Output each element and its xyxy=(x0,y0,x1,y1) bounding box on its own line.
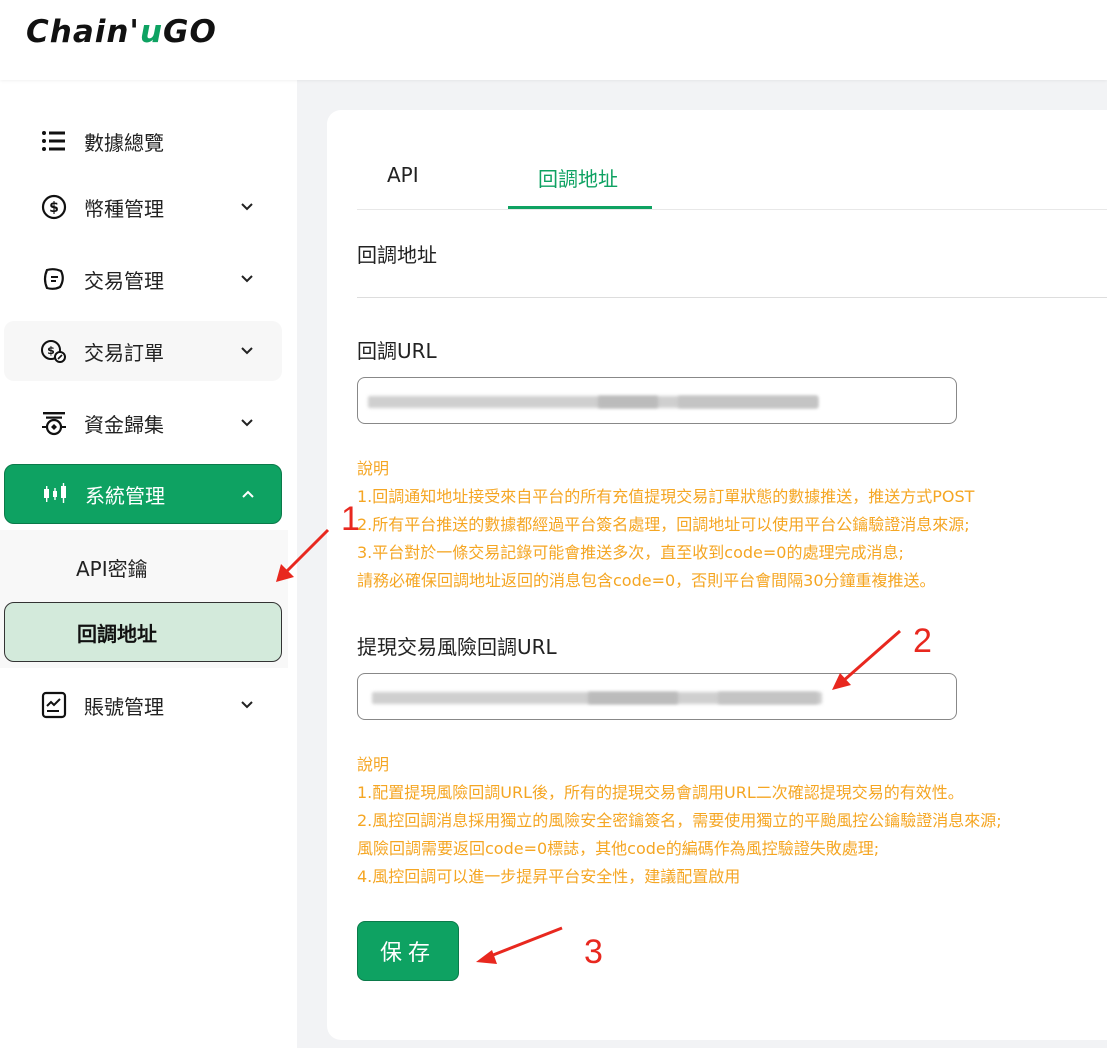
sidebar-item-label: 資金歸集 xyxy=(84,412,164,437)
tab-callback-address[interactable]: 回調地址 xyxy=(538,163,618,192)
callback-note: 說明 1.回調通知地址接受來自平台的所有充值提現交易訂單狀態的數據推送，推送方式… xyxy=(357,459,975,590)
sidebar-item-trade-orders[interactable]: $ 交易訂單 xyxy=(4,321,282,381)
sidebar-item-label: 幣種管理 xyxy=(84,196,164,221)
chevron-down-icon xyxy=(241,347,253,355)
sidebar-item-system-manage[interactable]: 系統管理 xyxy=(4,464,282,524)
dollar-circle-icon: $ xyxy=(40,193,68,221)
candlestick-icon xyxy=(41,480,69,508)
section-title: 回調地址 xyxy=(357,243,437,267)
save-button[interactable]: 保存 xyxy=(357,921,459,981)
svg-text:$: $ xyxy=(49,200,59,216)
risk-url-label: 提現交易風險回調URL xyxy=(357,635,557,659)
sidebar-item-label: 交易訂單 xyxy=(84,340,164,365)
sidebar-subitem-label: 回調地址 xyxy=(77,621,157,646)
chevron-down-icon xyxy=(241,203,253,211)
chevron-down-icon xyxy=(241,701,253,709)
top-bar: Chain'uGO xyxy=(0,0,1107,80)
account-icon xyxy=(40,691,68,719)
sidebar-subitem-api-key[interactable]: API密鑰 xyxy=(4,537,282,597)
sidebar-item-account-manage[interactable]: 賬號管理 xyxy=(4,675,282,735)
chevron-down-icon xyxy=(241,419,253,427)
sidebar-item-dashboard[interactable]: 數據總覽 xyxy=(4,111,282,171)
sidebar-item-trade-manage[interactable]: 交易管理 xyxy=(4,249,282,309)
risk-note: 說明 1.配置提現風險回調URL後，所有的提現交易會調用URL二次確認提現交易的… xyxy=(357,755,1002,886)
list-icon xyxy=(40,127,68,155)
callback-url-label: 回調URL xyxy=(357,339,437,363)
section-divider xyxy=(357,297,1107,298)
annotation-number-1: 1 xyxy=(341,500,360,538)
sidebar-item-label: 賬號管理 xyxy=(84,694,164,719)
brand-logo[interactable]: Chain'uGO xyxy=(26,14,217,50)
coins-icon: $ xyxy=(40,337,68,365)
tab-api[interactable]: API xyxy=(387,163,419,187)
active-tab-indicator xyxy=(508,206,652,209)
fund-collect-icon xyxy=(40,409,68,437)
exchange-icon xyxy=(40,265,68,293)
risk-url-input[interactable] xyxy=(357,673,957,720)
sidebar-item-label: 數據總覽 xyxy=(84,130,164,155)
sidebar-item-label: 系統管理 xyxy=(85,483,165,508)
sidebar-item-currency[interactable]: $ 幣種管理 xyxy=(4,177,282,237)
chevron-up-icon xyxy=(242,490,254,498)
sidebar-subitem-label: API密鑰 xyxy=(76,556,148,581)
sidebar-item-label: 交易管理 xyxy=(84,268,164,293)
chevron-down-icon xyxy=(241,275,253,283)
annotation-number-3: 3 xyxy=(584,933,603,971)
sidebar-item-fund-collect[interactable]: 資金歸集 xyxy=(4,393,282,453)
svg-text:$: $ xyxy=(47,344,55,357)
callback-url-input[interactable] xyxy=(357,377,957,424)
sidebar-subitem-callback-address[interactable]: 回調地址 xyxy=(4,602,282,662)
tabs-divider xyxy=(357,209,1107,210)
annotation-number-2: 2 xyxy=(913,622,932,660)
